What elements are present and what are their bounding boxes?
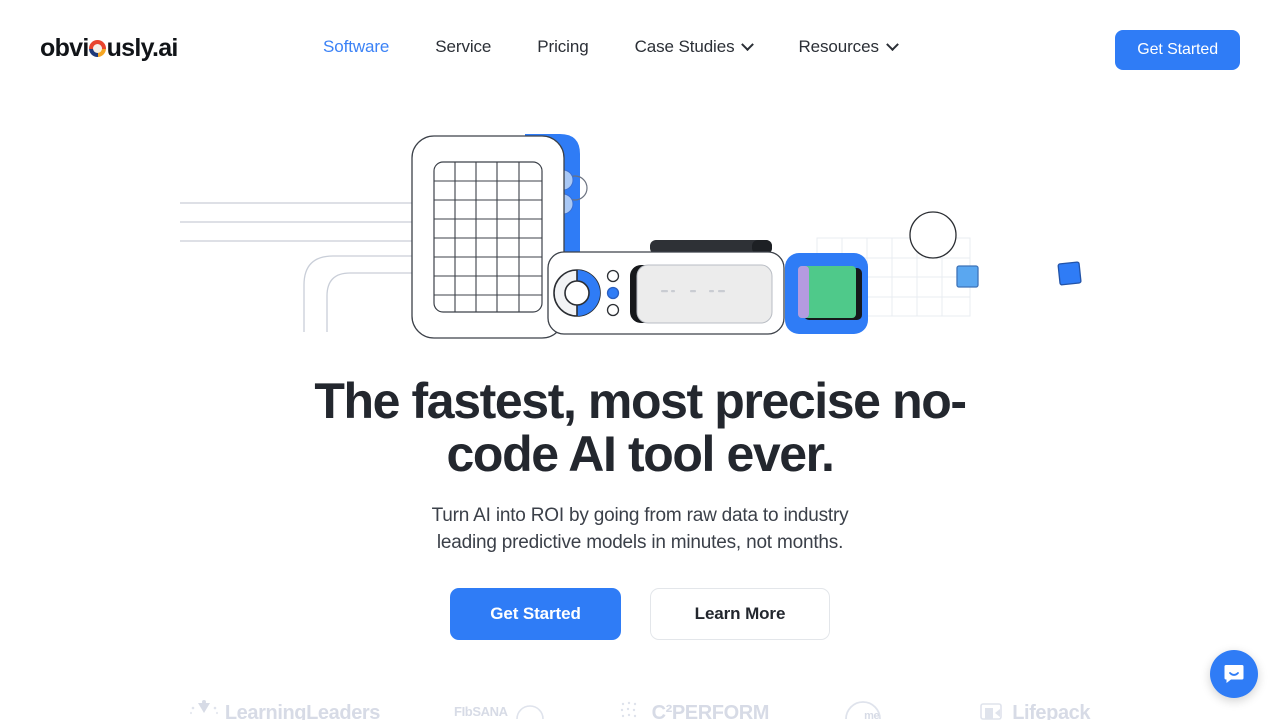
chat-launcher-button[interactable]	[1210, 650, 1258, 698]
headline-line-1: The fastest, most precise no-	[314, 373, 967, 429]
hero-subtitle: Turn AI into ROI by going from raw data …	[0, 502, 1280, 556]
wire-lines-icon	[180, 202, 420, 332]
nav-item-label: Software	[323, 37, 390, 56]
nav-item-label: Pricing	[537, 37, 589, 56]
brand-logo[interactable]: obvi usly.ai	[40, 36, 178, 61]
client-name: C²PERFORM	[651, 701, 770, 720]
indicator-light	[606, 303, 620, 317]
brand-name-suffix: usly.ai	[106, 34, 179, 62]
hero-get-started-button[interactable]: Get Started	[450, 588, 621, 640]
client-logo-strip: LearningLeaders FIbSANA C²PERFORM me Lif…	[0, 700, 1280, 720]
page-root: obvi usly.ai Software Service Pricing Ca…	[0, 0, 1280, 720]
indicator-light	[606, 269, 620, 283]
nav-item-pricing[interactable]: Pricing	[514, 30, 611, 64]
dial-knob-icon	[553, 269, 601, 317]
nav-item-label: Resources	[798, 37, 879, 56]
client-logo-c2perform: C²PERFORM	[619, 700, 770, 720]
starburst-icon	[189, 700, 218, 720]
headline-line-2: code AI tool ever.	[446, 426, 835, 482]
nav-item-resources[interactable]: Resources	[775, 30, 919, 64]
nav-item-software[interactable]: Software	[300, 30, 412, 64]
screen-panel	[636, 264, 773, 324]
purple-strip	[798, 266, 809, 318]
client-name: me	[864, 709, 880, 720]
dots-icon	[619, 700, 645, 720]
subtitle-line-1: Turn AI into ROI by going from raw data …	[431, 505, 849, 526]
floating-square-dark	[1057, 261, 1082, 286]
pinwheel-circle-icon	[89, 40, 107, 57]
page-title: The fastest, most precise no- code AI to…	[0, 375, 1280, 481]
client-name: FIbSANA	[454, 704, 508, 719]
nav-item-service[interactable]: Service	[412, 30, 514, 64]
header-get-started-button[interactable]: Get Started	[1115, 30, 1240, 70]
indicator-light-active	[606, 286, 620, 300]
intercom-chat-smile-icon	[1224, 665, 1244, 683]
outline-circle	[909, 211, 957, 259]
client-logo-learningleaders: LearningLeaders	[189, 700, 381, 720]
client-logo-me: me	[843, 700, 905, 720]
client-logo-fibsana: FIbSANA	[454, 700, 545, 720]
grid-panel	[433, 161, 543, 313]
chevron-down-icon	[741, 37, 755, 51]
main-nav: Software Service Pricing Case Studies Re…	[300, 30, 920, 64]
nav-item-case-studies[interactable]: Case Studies	[612, 30, 776, 64]
hero-cta-row: Get Started Learn More	[0, 588, 1280, 640]
nav-item-label: Service	[435, 37, 492, 56]
client-logo-lifepack: Lifepack	[979, 700, 1091, 720]
hero-learn-more-button[interactable]: Learn More	[650, 588, 830, 640]
chevron-down-icon	[885, 37, 899, 51]
brand-name-prefix: obvi	[40, 34, 89, 62]
nav-item-label: Case Studies	[634, 37, 735, 56]
client-name: LearningLeaders	[224, 701, 381, 720]
subtitle-line-2: leading predictive models in minutes, no…	[436, 532, 844, 553]
client-name: Lifepack	[1012, 701, 1091, 720]
arc-icon	[515, 700, 545, 720]
floating-square-light	[956, 265, 979, 288]
box-icon	[979, 700, 1005, 720]
hero-illustration	[0, 110, 1280, 360]
site-header: obvi usly.ai Software Service Pricing Ca…	[0, 0, 1280, 100]
